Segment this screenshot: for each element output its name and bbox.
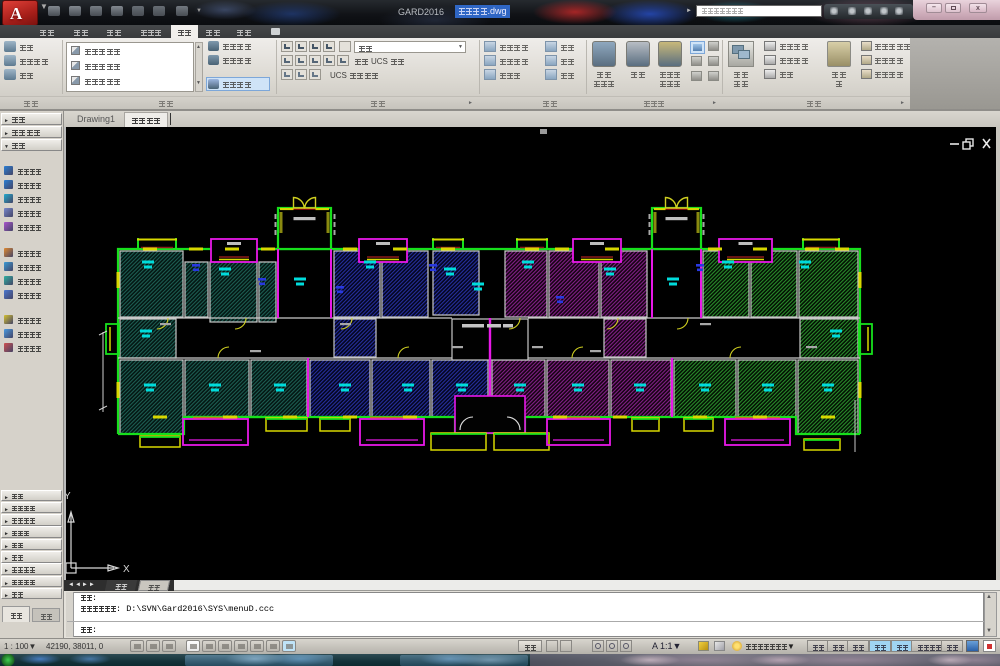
svg-text:Y: Y [66, 491, 71, 502]
svg-text:X: X [123, 564, 130, 575]
